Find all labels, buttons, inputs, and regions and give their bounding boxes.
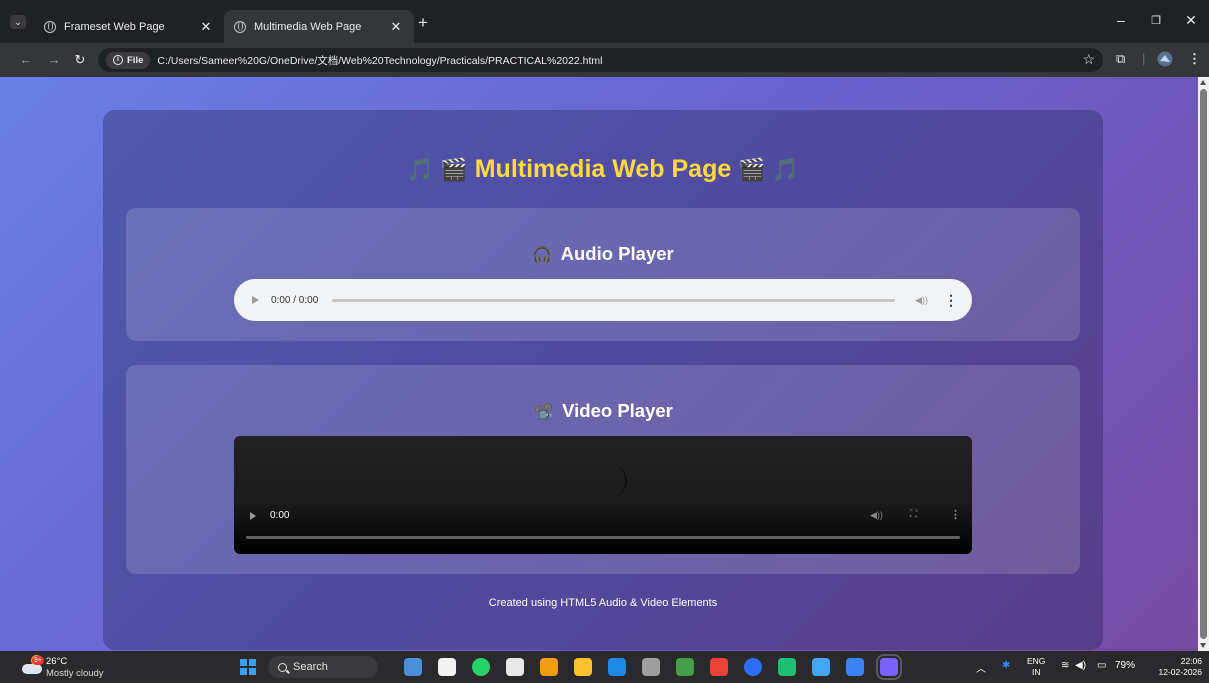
more-options-icon[interactable]: ⋮ (944, 292, 958, 309)
page-title-text: Multimedia Web Page (474, 155, 732, 183)
new-tab-button[interactable]: + (418, 13, 428, 33)
taskbar-app-icon-5[interactable] (540, 658, 558, 676)
bluetooth-icon[interactable]: ✱ (1002, 660, 1010, 671)
audio-progress-slider[interactable] (332, 298, 896, 302)
taskbar-app-icon-9[interactable] (676, 658, 694, 676)
taskbar-app-icon-12[interactable] (778, 658, 796, 676)
taskbar-clock[interactable]: 22:06 12-02-2026 (1150, 656, 1202, 678)
browser-menu-icon[interactable]: ⋮ (1188, 51, 1201, 67)
volume-icon[interactable]: ◀)) (870, 510, 883, 521)
address-url[interactable]: C:/Users/Sameer%20G/OneDrive/文档/Web%20Te… (157, 53, 602, 68)
tab-title: Frameset Web Page (64, 20, 165, 33)
tab-search-menu-button[interactable]: ⌄ (10, 15, 26, 29)
browser-toolbar: ← → ↻ i File C:/Users/Sameer%20G/OneDriv… (0, 43, 1209, 77)
video-heading-text: Video Player (562, 400, 673, 421)
search-icon (278, 662, 287, 672)
address-bar[interactable]: i File C:/Users/Sameer%20G/OneDrive/文档/W… (98, 48, 1103, 72)
weather-temperature[interactable]: 26°C (46, 656, 67, 667)
bookmark-star-icon[interactable]: ☆ (1082, 51, 1095, 68)
battery-percent[interactable]: 79% (1115, 660, 1135, 671)
battery-icon[interactable]: ▭ (1097, 660, 1106, 671)
play-icon[interactable] (252, 296, 259, 304)
video-time: 0:00 (270, 510, 290, 521)
taskbar-app-icon-15[interactable] (876, 654, 902, 680)
audio-heading-text: Audio Player (560, 243, 674, 264)
taskbar-app-icon-13[interactable] (812, 658, 830, 676)
site-info-label: File (127, 54, 144, 66)
taskbar-app-icon-7[interactable] (608, 658, 626, 676)
page-title: 🎵 🎬 Multimedia Web Page 🎬 🎵 (103, 155, 1103, 184)
show-hidden-icons-chevron-icon[interactable]: ︿ (976, 660, 986, 675)
taskbar-app-icon-6[interactable] (574, 658, 592, 676)
back-arrow-icon[interactable]: ← (18, 52, 34, 67)
search-label: Search (293, 661, 328, 673)
browser-tab-bar: ⌄ Frameset Web Page ✕ Multimedia Web Pag… (0, 0, 1209, 43)
toolbar-divider: | (1142, 51, 1146, 66)
taskbar-app-icon-8[interactable] (642, 658, 660, 676)
extensions-puzzle-icon[interactable]: ⧉ (1116, 51, 1125, 67)
forward-arrow-icon[interactable]: → (46, 52, 62, 67)
taskbar-app-icon-14[interactable] (846, 658, 864, 676)
globe-icon (234, 20, 246, 33)
loading-spinner-icon (593, 464, 627, 498)
profile-avatar-icon[interactable] (1157, 51, 1173, 70)
audio-player-controls[interactable]: 0:00 / 0:00 ◀)) ⋮ (234, 279, 972, 321)
more-options-icon[interactable]: ⋮ (950, 508, 961, 521)
site-info-chip[interactable]: i File (106, 51, 151, 69)
language-top: ENG (1027, 656, 1046, 666)
taskbar-app-icon-4[interactable] (506, 658, 524, 676)
scroll-down-arrow-icon[interactable] (1200, 643, 1206, 648)
close-tab-icon[interactable]: ✕ (388, 19, 404, 35)
tab-frameset-web-page[interactable]: Frameset Web Page ✕ (34, 10, 224, 43)
video-section: 📽️ Video Player 0:00 ◀)) ⛶ ⋮ (126, 365, 1080, 574)
globe-icon (44, 20, 56, 33)
tab-multimedia-web-page[interactable]: Multimedia Web Page ✕ (224, 10, 414, 43)
clock-time: 22:06 (1180, 656, 1202, 666)
info-icon: i (113, 55, 123, 65)
scroll-up-arrow-icon[interactable] (1200, 80, 1206, 85)
taskbar-search[interactable]: Search (268, 656, 378, 678)
fullscreen-icon[interactable]: ⛶ (910, 509, 917, 520)
page-scrollbar[interactable] (1198, 77, 1209, 651)
taskbar-app-icon-10[interactable] (710, 658, 728, 676)
close-window-button[interactable]: ✕ (1181, 12, 1201, 29)
minimize-window-button[interactable]: – (1111, 12, 1131, 28)
windows-taskbar: 9+ 26°C Mostly cloudy Search ︿ ✱ ENG IN … (0, 651, 1209, 683)
taskbar-app-icon-11[interactable] (744, 658, 762, 676)
footer-text: Created using HTML5 Audio & Video Elemen… (488, 597, 718, 609)
headphones-icon: 🎧 (532, 247, 553, 264)
wifi-icon[interactable]: ≋ (1061, 660, 1069, 671)
weather-badge: 9+ (32, 656, 44, 665)
audio-section-heading: 🎧 Audio Player (126, 243, 1080, 265)
clapper-music-emoji-right: 🎬 🎵 (738, 157, 800, 182)
weather-cloud-sun-icon[interactable]: 9+ (22, 655, 44, 674)
restore-window-button[interactable]: ❐ (1146, 14, 1166, 27)
volume-icon[interactable]: ◀)) (915, 295, 928, 306)
profile-bird-icon (1157, 51, 1173, 67)
cloud-icon (22, 664, 42, 674)
close-tab-icon[interactable]: ✕ (198, 19, 214, 35)
scroll-thumb[interactable] (1200, 89, 1207, 639)
reload-icon[interactable]: ↻ (72, 52, 88, 68)
video-player[interactable]: 0:00 ◀)) ⛶ ⋮ (234, 436, 972, 554)
speaker-icon[interactable]: ◀) (1075, 660, 1086, 671)
clock-date: 12-02-2026 (1158, 667, 1202, 677)
windows-start-icon[interactable] (240, 659, 256, 675)
language-indicator[interactable]: ENG IN (1027, 656, 1045, 678)
music-clapper-emoji-left: 🎵 🎬 (406, 157, 468, 182)
audio-time: 0:00 / 0:00 (271, 294, 319, 306)
audio-section: 🎧 Audio Player 0:00 / 0:00 ◀)) ⋮ (126, 208, 1080, 341)
page-viewport: 🎵 🎬 Multimedia Web Page 🎬 🎵 🎧 Audio Play… (0, 77, 1198, 651)
taskbar-app-icon-2[interactable] (438, 658, 456, 676)
video-progress-slider[interactable] (246, 536, 960, 539)
play-icon[interactable] (250, 512, 256, 520)
main-container: 🎵 🎬 Multimedia Web Page 🎬 🎵 🎧 Audio Play… (103, 110, 1103, 650)
tab-title: Multimedia Web Page (254, 20, 362, 33)
language-bottom: IN (1031, 667, 1041, 677)
taskbar-app-icon-3[interactable] (472, 658, 490, 676)
video-section-heading: 📽️ Video Player (126, 400, 1080, 422)
taskbar-app-icon-1[interactable] (404, 658, 422, 676)
film-projector-icon: 📽️ (533, 404, 554, 421)
weather-description[interactable]: Mostly cloudy (46, 668, 104, 679)
